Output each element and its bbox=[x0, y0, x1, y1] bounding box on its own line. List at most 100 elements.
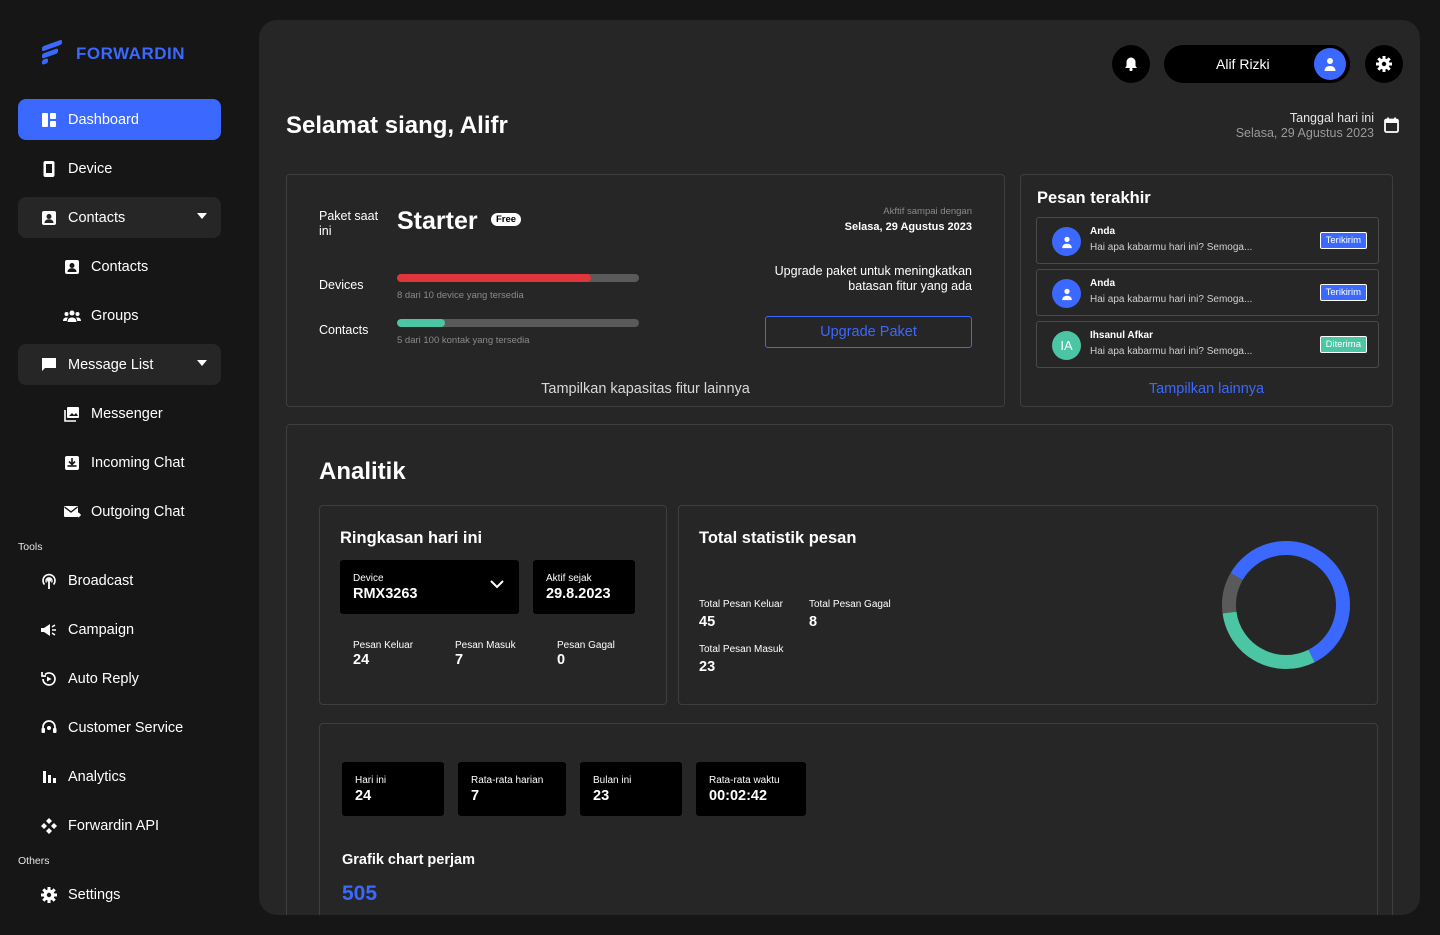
sidebar-item-analytics[interactable]: Analytics bbox=[18, 756, 221, 797]
analytics-title: Analitik bbox=[319, 458, 406, 485]
sidebar-item-label: Outgoing Chat bbox=[91, 503, 185, 520]
user-icon bbox=[1324, 58, 1336, 71]
show-more-messages-link[interactable]: Tampilkan lainnya bbox=[1021, 381, 1392, 397]
message-preview: Hai apa kabarmu hari ini? Semoga... bbox=[1090, 242, 1253, 253]
stat-value: 0 bbox=[557, 652, 566, 668]
sidebar-item-auto-reply[interactable]: Auto Reply bbox=[18, 658, 221, 699]
stat-label: Pesan Gagal bbox=[557, 640, 615, 651]
notification-button[interactable] bbox=[1112, 45, 1150, 83]
box-value: 23 bbox=[593, 788, 610, 804]
dashboard-icon bbox=[40, 111, 58, 129]
avatar: IA bbox=[1052, 331, 1081, 360]
sidebar-item-label: Forwardin API bbox=[68, 817, 160, 834]
average-time-box: Rata-rata waktu 00:02:42 bbox=[696, 762, 806, 816]
message-sender: Anda bbox=[1090, 278, 1115, 289]
active-since-value: 29.8.2023 bbox=[546, 586, 611, 602]
status-badge: Terikirim bbox=[1319, 232, 1367, 249]
box-value: 24 bbox=[355, 788, 372, 804]
contacts-progress-fill bbox=[397, 319, 446, 327]
analytics-icon bbox=[40, 768, 58, 786]
stat-label: Total Pesan Masuk bbox=[699, 644, 784, 655]
package-badge: Free bbox=[491, 213, 522, 226]
devices-note: 8 dari 10 device yang tersedia bbox=[397, 290, 524, 301]
message-item[interactable]: Anda Hai apa kabarmu hari ini? Semoga...… bbox=[1036, 269, 1379, 316]
chevron-down-icon bbox=[490, 580, 504, 589]
message-preview: Hai apa kabarmu hari ini? Semoga... bbox=[1090, 346, 1253, 357]
donut-segment-outgoing bbox=[1221, 541, 1350, 669]
device-select-label: Device bbox=[353, 573, 384, 584]
user-menu[interactable]: Alif Rizki bbox=[1164, 45, 1350, 83]
device-select[interactable]: Device RMX3263 bbox=[340, 560, 519, 614]
date-label: Tanggal hari ini bbox=[1289, 111, 1374, 125]
box-label: Hari ini bbox=[355, 775, 387, 786]
status-badge: Diterima bbox=[1319, 336, 1367, 353]
brand-logo[interactable]: FORWARDIN bbox=[42, 39, 185, 68]
message-item[interactable]: IA Ihsanul Afkar Hai apa kabarmu hari in… bbox=[1036, 321, 1379, 368]
sidebar-item-dashboard[interactable]: Dashboard bbox=[18, 99, 221, 140]
avatar bbox=[1314, 48, 1346, 80]
sidebar-item-label: Settings bbox=[68, 886, 121, 903]
sidebar-item-settings[interactable]: Settings bbox=[18, 874, 221, 915]
messenger-icon bbox=[63, 405, 81, 423]
active-until-label: Akftif sampai dengan bbox=[883, 206, 972, 217]
stat-value: 24 bbox=[353, 652, 370, 668]
active-since-box: Aktif sejak 29.8.2023 bbox=[533, 560, 635, 614]
sidebar-item-device[interactable]: Device bbox=[18, 148, 221, 189]
recent-messages-title: Pesan terakhir bbox=[1037, 189, 1151, 207]
user-icon bbox=[1061, 288, 1072, 300]
sidebar-item-contacts[interactable]: Contacts bbox=[18, 246, 221, 287]
box-label: Rata-rata waktu bbox=[709, 775, 780, 786]
box-label: Bulan ini bbox=[593, 775, 632, 786]
today-summary-card: Ringkasan hari ini Device RMX3263 Aktif … bbox=[319, 505, 667, 705]
auto-reply-icon bbox=[40, 670, 58, 688]
sidebar-item-label: Incoming Chat bbox=[91, 454, 185, 471]
calendar-icon[interactable] bbox=[1384, 117, 1399, 138]
settings-button[interactable] bbox=[1365, 45, 1403, 83]
device-select-value: RMX3263 bbox=[353, 586, 418, 602]
sidebar-item-forwardin-api[interactable]: Forwardin API bbox=[18, 805, 221, 846]
donut-segment-failed bbox=[1221, 541, 1350, 669]
section-label-others: Others bbox=[18, 855, 50, 867]
total-statistics-title: Total statistik pesan bbox=[699, 529, 857, 547]
upgrade-button[interactable]: Upgrade Paket bbox=[765, 316, 972, 348]
date-value: Selasa, 29 Agustus 2023 bbox=[1235, 126, 1374, 140]
contact-card-icon bbox=[63, 258, 81, 276]
sidebar-item-label: Groups bbox=[91, 307, 139, 324]
message-donut-chart bbox=[1221, 541, 1350, 669]
today-box: Hari ini 24 bbox=[342, 762, 444, 816]
status-badge: Terikirim bbox=[1319, 284, 1367, 301]
hourly-chart-card: Hari ini 24 Rata-rata harian 7 Bulan ini… bbox=[319, 723, 1378, 915]
sidebar-item-incoming-chat[interactable]: Incoming Chat bbox=[18, 442, 221, 483]
section-label-tools: Tools bbox=[18, 541, 43, 553]
sidebar-item-customer-service[interactable]: Customer Service bbox=[18, 707, 221, 748]
show-capacity-link[interactable]: Tampilkan kapasitas fitur lainnya bbox=[287, 381, 1004, 397]
bell-icon bbox=[1125, 57, 1137, 72]
sidebar-item-label: Dashboard bbox=[68, 111, 139, 128]
gear-icon bbox=[1376, 56, 1392, 72]
donut-segment-incoming bbox=[1221, 541, 1350, 669]
box-label: Rata-rata harian bbox=[471, 775, 544, 786]
sidebar-item-label: Auto Reply bbox=[68, 670, 139, 687]
sidebar-item-label: Campaign bbox=[68, 621, 135, 638]
stat-label: Pesan Masuk bbox=[455, 640, 516, 651]
upgrade-text: Upgrade paket untuk meningkatkan batasan… bbox=[774, 264, 972, 293]
support-icon bbox=[40, 719, 58, 737]
devices-label: Devices bbox=[319, 278, 364, 292]
sidebar-item-groups[interactable]: Groups bbox=[18, 295, 221, 336]
sidebar-group-message-list[interactable]: Message List bbox=[18, 344, 221, 385]
sidebar-item-messenger[interactable]: Messenger bbox=[18, 393, 221, 434]
gear-icon bbox=[40, 886, 58, 904]
sidebar-item-outgoing-chat[interactable]: Outgoing Chat bbox=[18, 491, 221, 532]
inbox-icon bbox=[63, 454, 81, 472]
sidebar-item-label: Contacts bbox=[91, 258, 149, 275]
message-item[interactable]: Anda Hai apa kabarmu hari ini? Semoga...… bbox=[1036, 217, 1379, 264]
sidebar-group-contacts[interactable]: Contacts bbox=[18, 197, 221, 238]
sidebar-item-campaign[interactable]: Campaign bbox=[18, 609, 221, 650]
package-name: Starter bbox=[397, 207, 478, 235]
stat-value: 23 bbox=[699, 659, 716, 675]
sidebar-item-broadcast[interactable]: Broadcast bbox=[18, 560, 221, 601]
box-value: 00:02:42 bbox=[709, 788, 768, 804]
sidebar-item-label: Contacts bbox=[68, 209, 126, 226]
stat-value: 8 bbox=[809, 614, 818, 630]
message-icon bbox=[40, 356, 58, 374]
